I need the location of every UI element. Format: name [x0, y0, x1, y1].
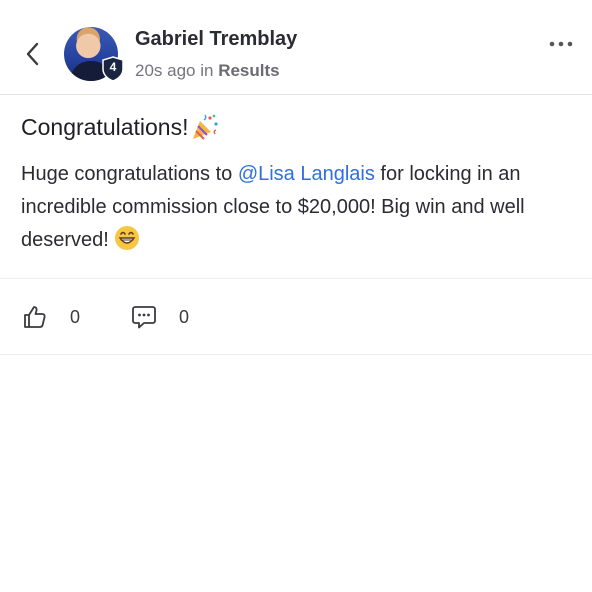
like-count: 0: [70, 306, 81, 327]
post-detail-screen: 4 Gabriel Tremblay 20s ago in Results Co…: [0, 0, 592, 592]
in-label: in: [200, 61, 214, 80]
level-badge: 4: [101, 56, 125, 82]
back-button[interactable]: [18, 36, 46, 72]
comment-button[interactable]: 0: [131, 302, 189, 332]
more-options-button[interactable]: [544, 34, 578, 54]
chevron-left-icon: [26, 42, 39, 66]
user-mention-link[interactable]: @Lisa Langlais: [238, 163, 375, 185]
author-name[interactable]: Gabriel Tremblay: [135, 28, 297, 51]
comment-count: 0: [179, 306, 190, 327]
comment-bubble-icon: [132, 306, 156, 329]
level-badge-number: 4: [109, 60, 117, 74]
post-header: 4 Gabriel Tremblay 20s ago in Results: [0, 0, 592, 95]
divider: [0, 354, 592, 355]
thumbs-up-icon: [24, 306, 46, 328]
party-popper-emoji: [192, 114, 218, 140]
post-body: Huge congratulations to @Lisa Langlais f…: [21, 158, 581, 257]
group-link[interactable]: Results: [218, 61, 279, 80]
more-horizontal-icon: [549, 41, 573, 47]
author-avatar[interactable]: 4: [64, 27, 124, 83]
body-text-start: Huge congratulations to: [21, 163, 238, 185]
like-button[interactable]: 0: [22, 302, 80, 332]
grinning-face-emoji: [115, 226, 140, 250]
post-title-text: Congratulations!: [21, 113, 189, 140]
post-meta: 20s ago in Results: [135, 61, 280, 81]
post-title: Congratulations!: [21, 112, 220, 142]
divider: [0, 278, 592, 279]
post-time: 20s ago: [135, 61, 196, 80]
